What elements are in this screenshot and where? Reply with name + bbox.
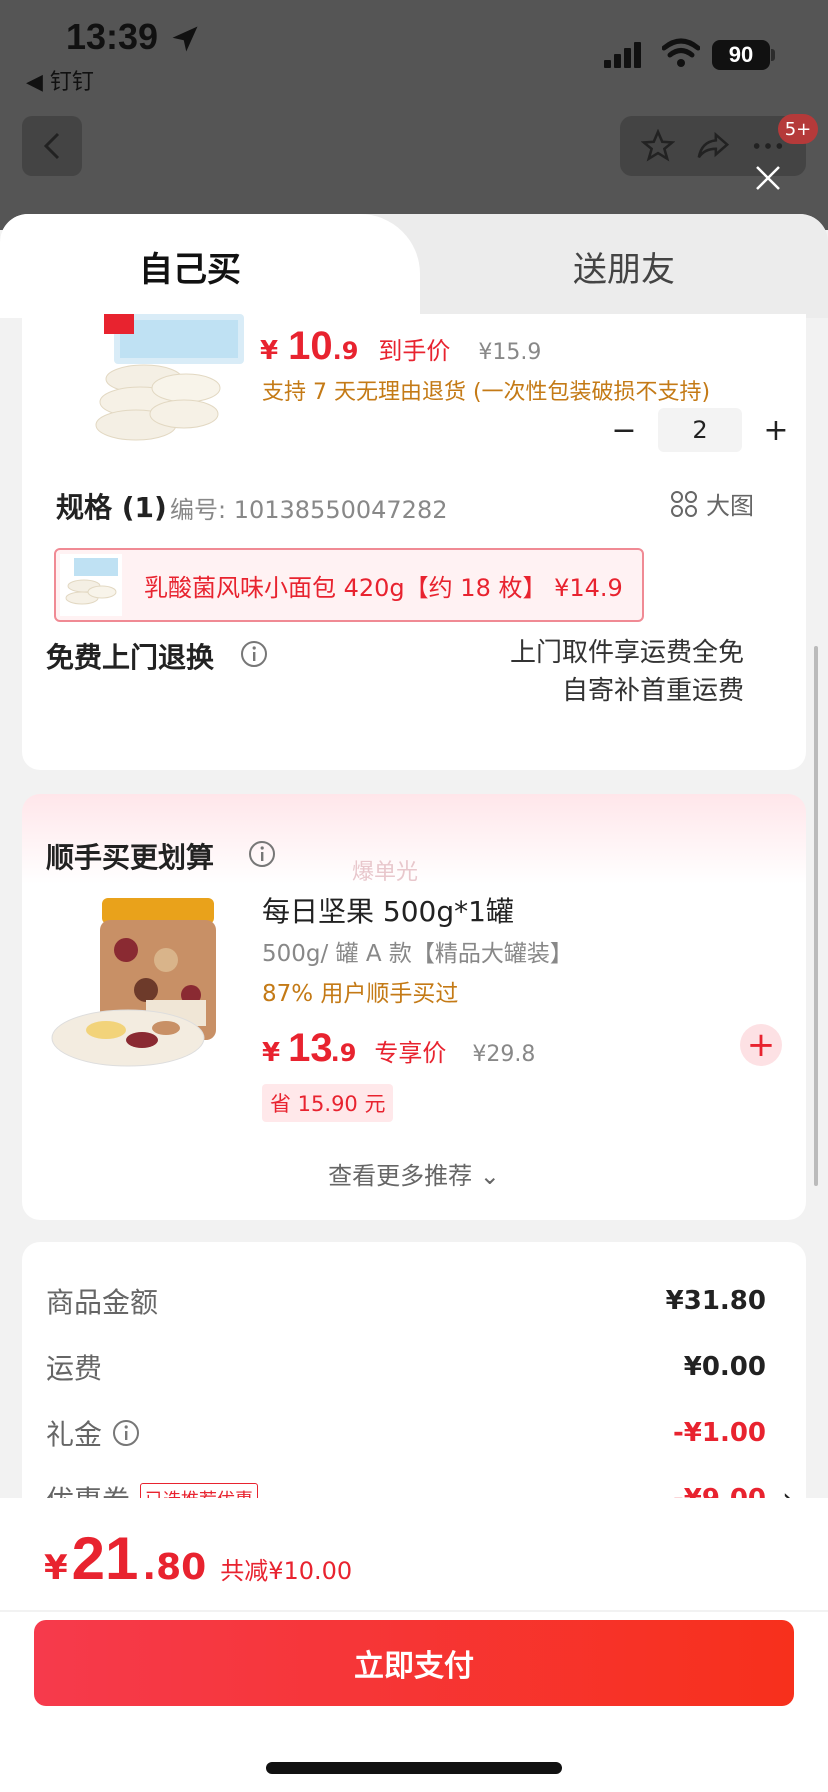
view-more-recommendations-link[interactable]: 查看更多推荐 ⌄ <box>22 1156 806 1191</box>
price-integer: 13 <box>288 1026 333 1070</box>
summary-label: 礼金 <box>46 1418 103 1451</box>
home-indicator <box>266 1762 562 1774</box>
big-image-button[interactable]: 大图 <box>670 486 754 521</box>
spec-option-selected[interactable]: 乳酸菌风味小面包 420g【约 18 枚】 ¥14.9 <box>54 548 644 622</box>
share-icon[interactable] <box>696 129 730 163</box>
battery-indicator: 90 <box>712 40 770 70</box>
price-decimal: .9 <box>332 337 359 365</box>
quantity-decrease-button[interactable]: − <box>602 408 646 452</box>
quantity-increase-button[interactable]: + <box>754 408 798 452</box>
addon-title: 顺手买更划算 <box>46 841 215 874</box>
tab-buy-for-self[interactable]: 自己买 <box>0 214 420 318</box>
scrollbar[interactable] <box>814 646 818 1186</box>
close-icon[interactable] <box>752 162 784 194</box>
free-return-title: 免费上门退换 <box>46 641 215 674</box>
summary-row-goods-amount: 商品金额 ¥31.80 <box>46 1278 766 1324</box>
chevron-left-icon <box>43 132 60 160</box>
summary-value: ¥31.80 <box>665 1286 766 1316</box>
price-symbol: ¥ <box>260 336 279 366</box>
product-image <box>95 314 244 441</box>
price-tag-label: 专享价 <box>374 1039 447 1067</box>
price-symbol: ¥ <box>262 1038 281 1068</box>
back-to-app-link[interactable]: ◀ 钉钉 <box>26 64 94 96</box>
add-addon-button[interactable]: + <box>740 1024 782 1066</box>
divider <box>0 1610 828 1612</box>
pay-now-button[interactable]: 立即支付 <box>34 1620 794 1706</box>
price-decimal: .9 <box>330 1039 357 1067</box>
spec-option-label: 乳酸菌风味小面包 420g【约 18 枚】 ¥14.9 <box>144 573 623 602</box>
total-price: ¥ 21 .80 共减¥10.00 <box>44 1524 352 1593</box>
return-policy-note: 支持 7 天无理由退货 (一次性包装破损不支持) <box>262 380 711 405</box>
addon-price-row: ¥ 13 .9 专享价 ¥29.8 <box>262 1026 535 1071</box>
summary-value: ¥0.00 <box>683 1352 766 1382</box>
original-price: ¥15.9 <box>478 340 542 365</box>
info-icon[interactable] <box>240 640 268 668</box>
addon-product-image <box>46 890 236 1080</box>
product-card: ¥ 10 .9 到手价 ¥15.9 支持 7 天无理由退货 (一次性包装破损不支… <box>22 314 806 770</box>
wifi-icon <box>662 38 700 67</box>
status-bar: 13:39 ◀ 钉钉 90 <box>0 0 828 100</box>
grid-icon <box>671 490 697 517</box>
summary-label: 商品金额 <box>46 1286 159 1319</box>
quantity-input[interactable]: 2 <box>658 408 742 452</box>
addon-product-spec: 500g/ 罐 A 款【精品大罐装】 <box>262 941 573 967</box>
big-image-label: 大图 <box>706 492 754 520</box>
location-arrow-icon <box>172 26 198 52</box>
total-savings: 共减¥10.00 <box>220 1557 353 1585</box>
price-integer: 10 <box>288 324 333 368</box>
battery-tip <box>771 49 775 61</box>
spec-code: 编号: 10138550047282 <box>170 496 448 524</box>
tab-send-to-friend[interactable]: 送朋友 <box>420 214 828 318</box>
spec-title: 规格 (1) <box>56 491 167 524</box>
tab-bar: 自己买 送朋友 <box>0 214 828 318</box>
savings-badge: 省 15.90 元 <box>262 1084 394 1122</box>
summary-value: -¥1.00 <box>672 1418 766 1448</box>
nav-back-button[interactable] <box>22 116 82 176</box>
free-return-note-self-send: 自寄补首重运费 <box>561 676 744 706</box>
watermark-text: 爆单光 <box>352 860 419 885</box>
summary-row-shipping: 运费 ¥0.00 <box>46 1344 766 1390</box>
total-symbol: ¥ <box>44 1548 68 1588</box>
free-return-note-pickup: 上门取件享运费全免 <box>509 638 744 668</box>
notification-badge: 5+ <box>778 114 818 144</box>
addon-buy-rate: 87% 用户顺手买过 <box>262 981 459 1007</box>
addon-product-name[interactable]: 每日坚果 500g*1罐 <box>262 890 514 930</box>
info-icon[interactable] <box>112 1419 140 1447</box>
original-price: ¥29.8 <box>472 1042 536 1067</box>
star-icon[interactable] <box>640 129 675 163</box>
spec-thumbnail <box>60 554 122 616</box>
info-icon[interactable] <box>248 840 276 868</box>
total-decimal: .80 <box>142 1547 207 1588</box>
price-tag-label: 到手价 <box>378 337 451 365</box>
summary-row-gift-money: 礼金 -¥1.00 <box>46 1410 766 1456</box>
total-integer: 21 <box>71 1525 139 1592</box>
cellular-signal-icon <box>604 42 641 68</box>
checkout-bar: ¥ 21 .80 共减¥10.00 立即支付 <box>0 1498 828 1792</box>
quantity-stepper: − 2 + <box>602 408 798 452</box>
price-summary-card: 商品金额 ¥31.80 运费 ¥0.00 礼金 -¥1.00 优惠券 已选推荐优… <box>22 1242 806 1542</box>
product-price-row: ¥ 10 .9 到手价 ¥15.9 <box>260 324 541 369</box>
addon-recommendation-card: 顺手买更划算 爆单光 每日坚果 500g*1罐 500g/ 罐 A 款【精品大罐… <box>22 794 806 1220</box>
summary-label: 运费 <box>46 1352 103 1385</box>
status-time: 13:39 <box>66 16 159 57</box>
